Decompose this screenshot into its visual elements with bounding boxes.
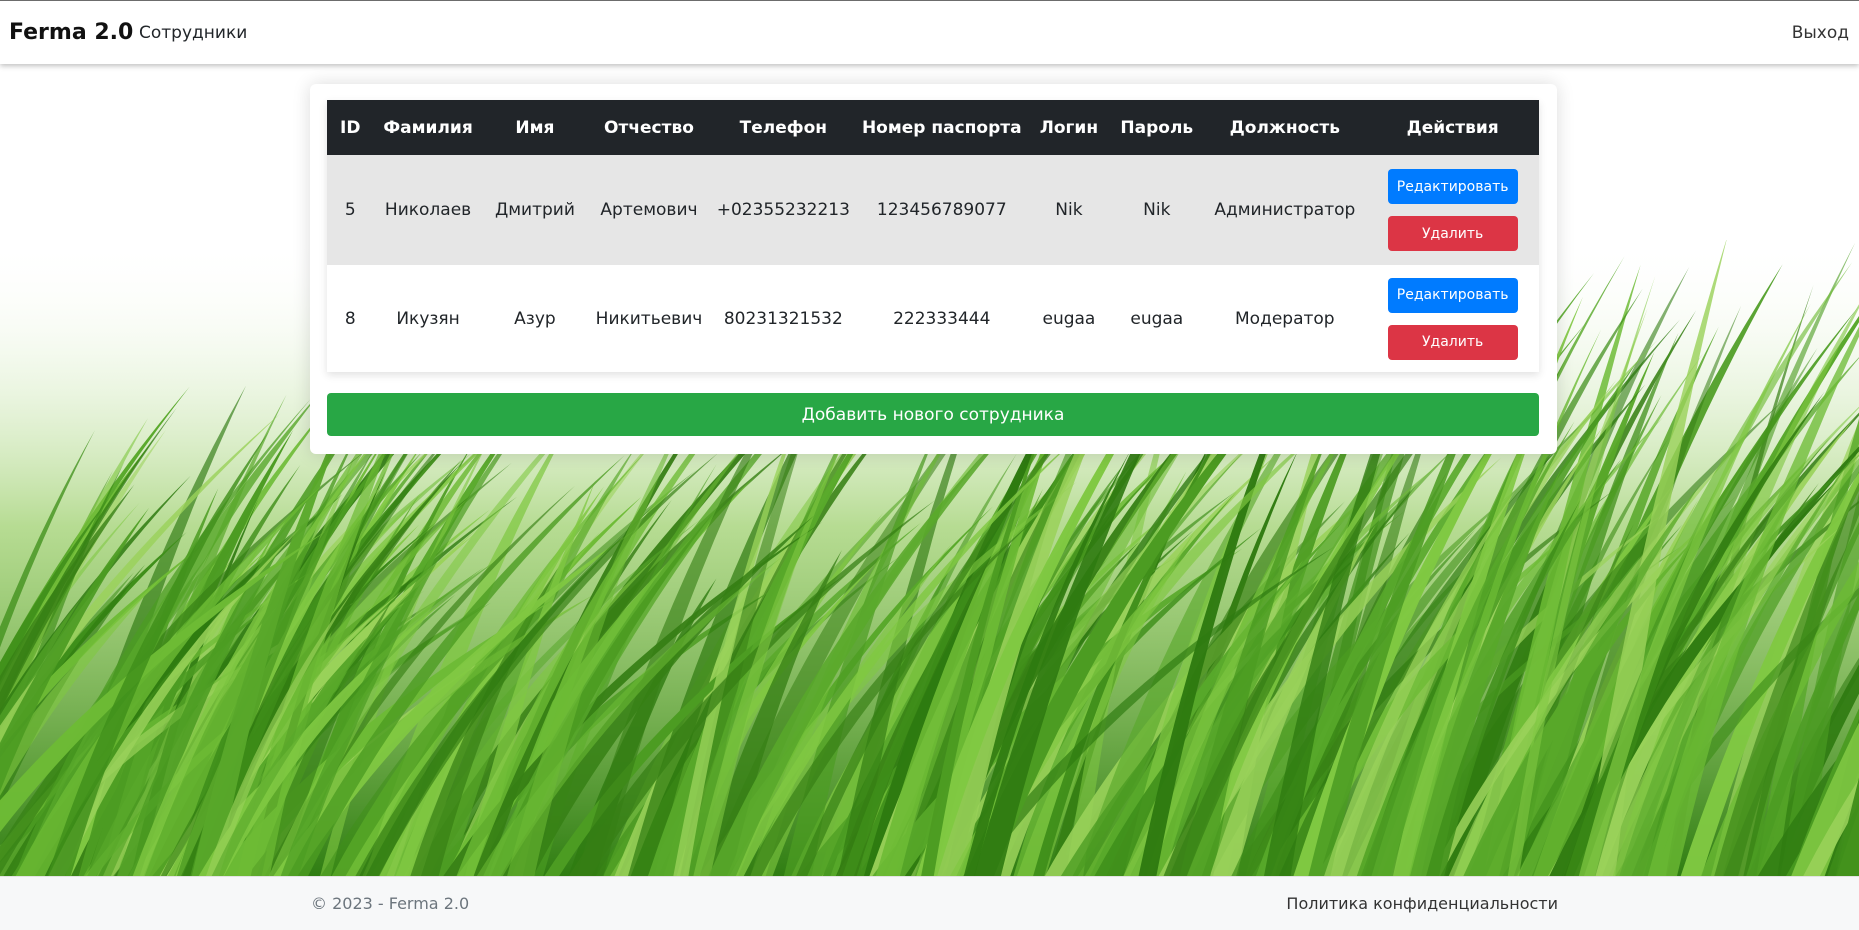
column-header-id: ID <box>327 100 374 155</box>
cell-passport: 123456789077 <box>855 155 1028 265</box>
cell-first-name: Дмитрий <box>482 155 588 265</box>
cell-actions: Редактировать Удалить <box>1366 155 1539 265</box>
navbar: Ferma 2.0 Сотрудники Выход <box>0 0 1859 64</box>
delete-button[interactable]: Удалить <box>1387 324 1518 360</box>
cell-password: eugaa <box>1110 265 1204 372</box>
table-row: 5 Николаев Дмитрий Артемович +0235523221… <box>327 155 1539 265</box>
logout-link[interactable]: Выход <box>1792 23 1849 43</box>
cell-login: eugaa <box>1027 265 1111 372</box>
column-header-patronymic: Отчество <box>587 100 711 155</box>
cell-first-name: Азур <box>482 265 588 372</box>
column-header-password: Пароль <box>1110 100 1204 155</box>
cell-passport: 222333444 <box>855 265 1028 372</box>
column-header-actions: Действия <box>1366 100 1539 155</box>
edit-button[interactable]: Редактировать <box>1387 169 1518 204</box>
brand-logo[interactable]: Ferma 2.0 <box>9 20 133 45</box>
nav-link-employees[interactable]: Сотрудники <box>139 23 247 43</box>
column-header-passport: Номер паспорта <box>855 100 1028 155</box>
cell-actions: Редактировать Удалить <box>1366 265 1539 372</box>
footer: © 2023 - Ferma 2.0 Политика конфиденциал… <box>0 876 1859 930</box>
cell-position: Модератор <box>1203 265 1367 372</box>
cell-last-name: Икузян <box>373 265 483 372</box>
cell-patronymic: Артемович <box>587 155 711 265</box>
column-header-position: Должность <box>1203 100 1367 155</box>
cell-phone: +02355232213 <box>710 155 856 265</box>
table-row: 8 Икузян Азур Никитьевич 80231321532 222… <box>327 265 1539 372</box>
column-header-first-name: Имя <box>482 100 588 155</box>
cell-patronymic: Никитьевич <box>587 265 711 372</box>
cell-login: Nik <box>1027 155 1111 265</box>
cell-phone: 80231321532 <box>710 265 856 372</box>
cell-password: Nik <box>1110 155 1204 265</box>
column-header-last-name: Фамилия <box>373 100 483 155</box>
cell-id: 8 <box>327 265 374 372</box>
privacy-policy-link[interactable]: Политика конфиденциальности <box>1286 894 1558 913</box>
edit-button[interactable]: Редактировать <box>1387 277 1518 313</box>
copyright-text: © 2023 - Ferma 2.0 <box>311 894 470 913</box>
cell-position: Администратор <box>1203 155 1367 265</box>
employees-table: ID Фамилия Имя Отчество Телефон Номер па… <box>327 100 1539 372</box>
table-header-row: ID Фамилия Имя Отчество Телефон Номер па… <box>327 100 1539 155</box>
cell-last-name: Николаев <box>373 155 483 265</box>
column-header-phone: Телефон <box>710 100 856 155</box>
column-header-login: Логин <box>1027 100 1111 155</box>
employees-card: ID Фамилия Имя Отчество Телефон Номер па… <box>310 84 1557 454</box>
delete-button[interactable]: Удалить <box>1387 216 1518 251</box>
add-employee-button[interactable]: Добавить нового сотрудника <box>327 393 1539 436</box>
cell-id: 5 <box>327 155 374 265</box>
